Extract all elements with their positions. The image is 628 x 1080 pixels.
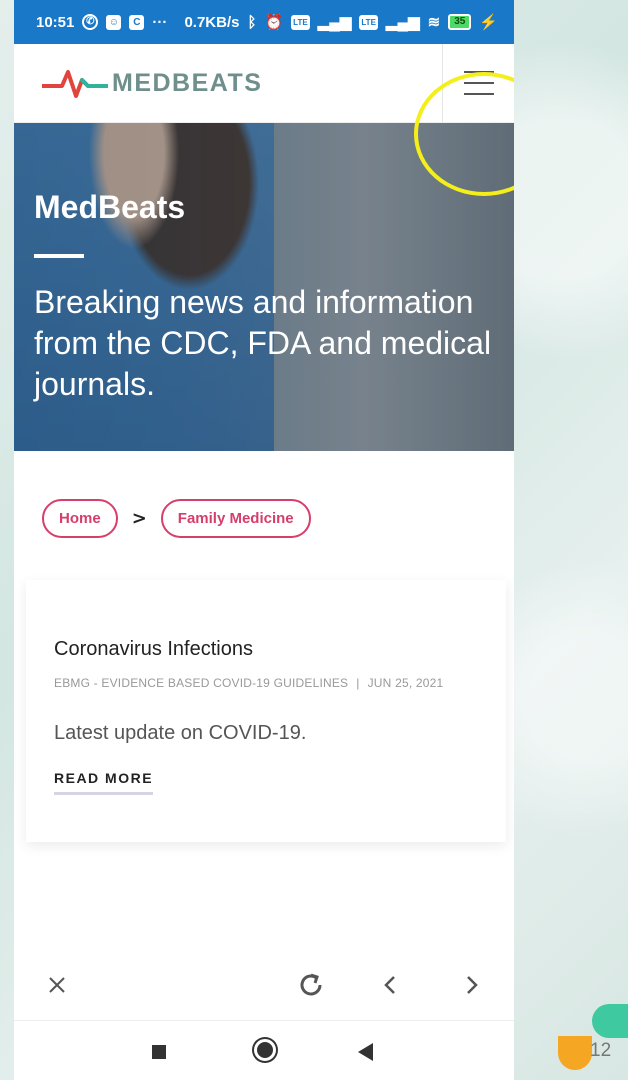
recents-square-icon[interactable] bbox=[152, 1045, 166, 1059]
home-circle-icon[interactable] bbox=[254, 1039, 276, 1061]
bluetooth-icon: ᛒ bbox=[247, 13, 257, 31]
hero-subtitle: Breaking news and information from the C… bbox=[34, 284, 492, 402]
hero-divider bbox=[34, 254, 84, 258]
network-speed: 0.7KB/s bbox=[184, 13, 240, 31]
wifi-icon: ≋ bbox=[427, 14, 441, 31]
battery-icon: 35 bbox=[448, 14, 472, 30]
chrome-notification-icon: C bbox=[129, 14, 145, 30]
forward-arrow-icon[interactable] bbox=[454, 968, 488, 1002]
slide-page-number: 12 bbox=[590, 1040, 612, 1061]
heartbeat-logo-icon bbox=[42, 70, 108, 98]
chevron-right-icon: > bbox=[131, 508, 147, 529]
breadcrumb-home[interactable]: Home bbox=[42, 499, 118, 538]
breadcrumb: Home > Family Medicine bbox=[42, 499, 514, 538]
article-source[interactable]: EBMG - EVIDENCE BASED COVID-19 GUIDELINE… bbox=[54, 676, 348, 690]
status-right: 0.7KB/s ᛒ ⏰ LTE ▂▄▆ LTE ▂▄▆ ≋ 35 ⚡ bbox=[184, 13, 498, 32]
hamburger-menu-button[interactable] bbox=[464, 68, 494, 98]
orange-decoration-shape bbox=[558, 1036, 592, 1070]
lte-signal-icon-2: LTE bbox=[359, 14, 378, 30]
article-date: JUN 25, 2021 bbox=[367, 676, 444, 690]
status-left: 10:51 ✆ ☺ C ··· bbox=[36, 14, 167, 31]
signal-bars-icon: ▂▄▆ bbox=[317, 14, 352, 31]
status-bar: 10:51 ✆ ☺ C ··· 0.7KB/s ᛒ ⏰ LTE ▂▄▆ LTE … bbox=[14, 0, 514, 44]
close-icon[interactable] bbox=[40, 968, 74, 1002]
menu-line-icon bbox=[464, 93, 494, 95]
header-divider bbox=[442, 44, 443, 122]
back-triangle-icon[interactable] bbox=[358, 1043, 373, 1061]
signal-bars-icon-2: ▂▄▆ bbox=[385, 14, 420, 31]
hero-banner: MedBeats Breaking news and information f… bbox=[14, 123, 514, 451]
phone-screen: 10:51 ✆ ☺ C ··· 0.7KB/s ᛒ ⏰ LTE ▂▄▆ LTE … bbox=[14, 0, 514, 1080]
medbeats-logo-link[interactable]: MEDBEATS bbox=[42, 66, 262, 100]
menu-line-icon bbox=[464, 82, 494, 84]
article-excerpt: Latest update on COVID-19. bbox=[54, 722, 307, 744]
article-card: Coronavirus Infections EBMG - EVIDENCE B… bbox=[26, 580, 506, 842]
app-notification-icon: ☺ bbox=[106, 14, 122, 30]
lte-signal-icon: LTE bbox=[291, 14, 310, 30]
meta-separator: | bbox=[356, 676, 360, 690]
breadcrumb-family-medicine[interactable]: Family Medicine bbox=[160, 499, 311, 538]
brand-name: MEDBEATS bbox=[112, 68, 263, 97]
site-header: MEDBEATS bbox=[14, 44, 514, 196]
hero-content: MedBeats Breaking news and information f… bbox=[34, 189, 504, 405]
charging-icon: ⚡ bbox=[479, 14, 498, 31]
whatsapp-icon: ✆ bbox=[82, 14, 99, 30]
article-title[interactable]: Coronavirus Infections bbox=[54, 638, 253, 661]
browser-toolbar bbox=[14, 950, 514, 1020]
hero-title: MedBeats bbox=[34, 189, 186, 225]
more-notifications: ··· bbox=[152, 13, 168, 31]
reload-icon[interactable] bbox=[294, 968, 328, 1002]
menu-line-icon bbox=[464, 71, 494, 73]
article-meta: EBMG - EVIDENCE BASED COVID-19 GUIDELINE… bbox=[54, 676, 443, 690]
teal-decoration-shape bbox=[592, 1004, 628, 1038]
read-more-link[interactable]: READ MORE bbox=[54, 770, 154, 795]
android-nav-bar bbox=[14, 1020, 514, 1080]
back-arrow-icon[interactable] bbox=[374, 968, 408, 1002]
status-time: 10:51 bbox=[36, 13, 75, 31]
alarm-icon: ⏰ bbox=[264, 14, 284, 31]
